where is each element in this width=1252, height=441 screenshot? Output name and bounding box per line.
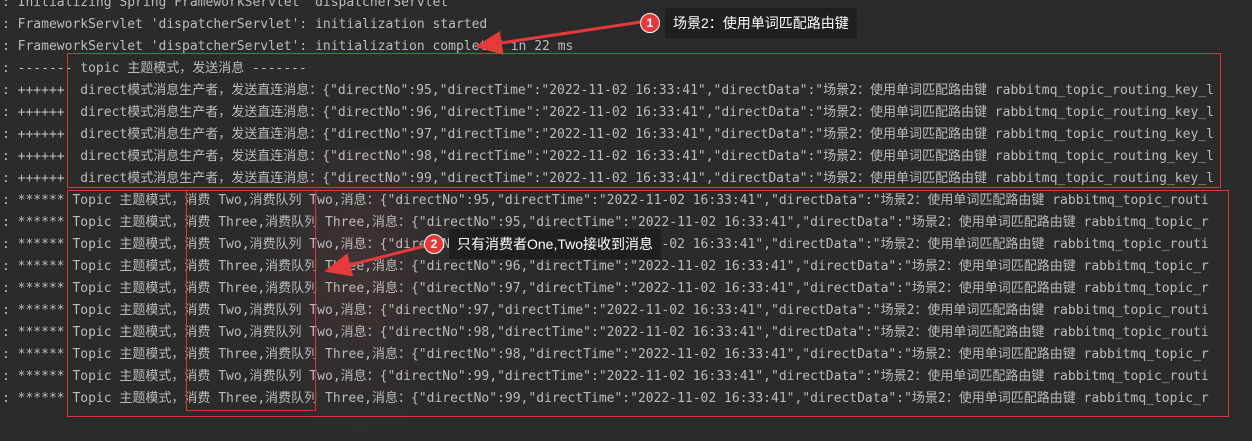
- annotation-1-arrow: [475, 20, 642, 55]
- annotation-1-badge: 1: [640, 13, 660, 33]
- annotation-2-label: 只有消费者One,Two接收到消息: [449, 229, 662, 259]
- annotation-2: 2 只有消费者One,Two接收到消息: [424, 229, 662, 259]
- annotation-1: 1 场景2：使用单词匹配路由键: [640, 8, 857, 38]
- console-output-panel[interactable]: : Initializing Spring FrameworkServlet '…: [0, 0, 1252, 441]
- annotation-1-label: 场景2：使用单词匹配路由键: [665, 8, 857, 38]
- annotation-2-arrow: [324, 244, 426, 277]
- annotation-2-badge: 2: [424, 234, 444, 254]
- annotation-arrows: [324, 20, 642, 277]
